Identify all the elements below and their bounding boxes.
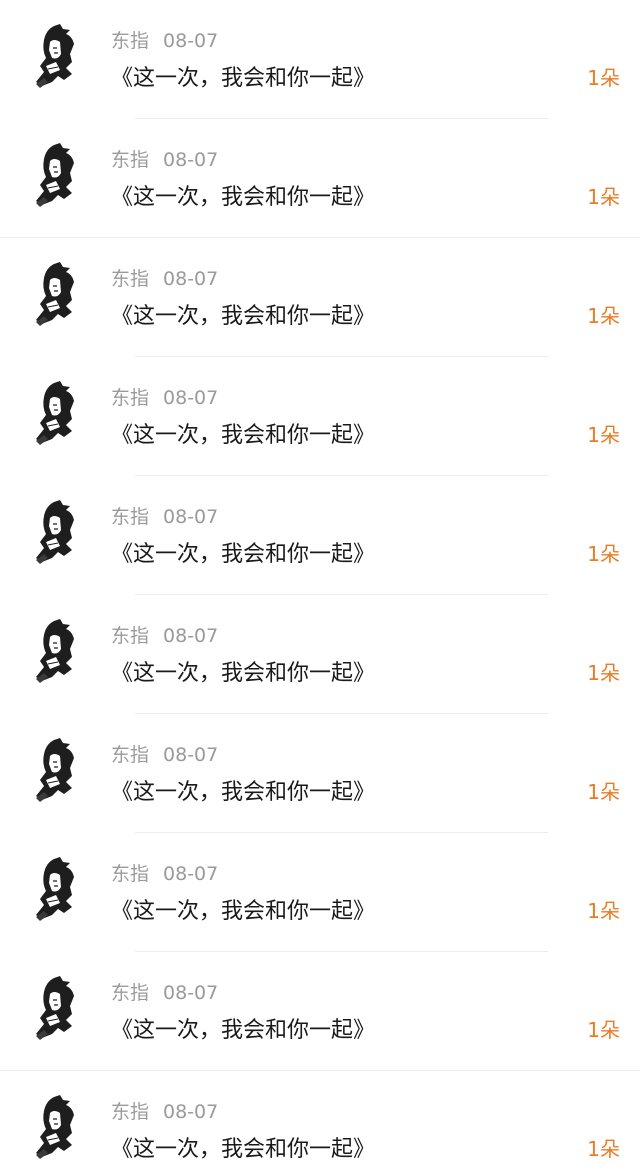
list-item[interactable]: 东指 08-07 《这一次，我会和你一起》 1朵 bbox=[0, 119, 640, 238]
book-title[interactable]: 《这一次，我会和你一起》 bbox=[111, 179, 375, 211]
book-title[interactable]: 《这一次，我会和你一起》 bbox=[111, 893, 375, 925]
author-name[interactable]: 东指 bbox=[111, 149, 149, 171]
list-item[interactable]: 东指 08-07 《这一次，我会和你一起》 1朵 bbox=[0, 714, 640, 833]
book-title[interactable]: 《这一次，我会和你一起》 bbox=[111, 1012, 375, 1044]
book-title[interactable]: 《这一次，我会和你一起》 bbox=[111, 417, 375, 449]
comment-meta: 东指 08-07 bbox=[111, 145, 218, 172]
comment-meta: 东指 08-07 bbox=[111, 978, 218, 1005]
comment-date: 08-07 bbox=[163, 268, 219, 290]
gift-count: 1朵 bbox=[587, 780, 620, 804]
gift-count: 1朵 bbox=[587, 66, 620, 90]
author-name[interactable]: 东指 bbox=[111, 268, 149, 290]
comment-date: 08-07 bbox=[163, 30, 219, 52]
comment-date: 08-07 bbox=[163, 744, 219, 766]
comment-meta: 东指 08-07 bbox=[111, 383, 218, 410]
author-name[interactable]: 东指 bbox=[111, 744, 149, 766]
list-item[interactable]: 东指 08-07 《这一次，我会和你一起》 1朵 bbox=[0, 238, 640, 357]
comment-meta: 东指 08-07 bbox=[111, 859, 218, 886]
avatar[interactable] bbox=[30, 617, 82, 685]
book-title[interactable]: 《这一次，我会和你一起》 bbox=[111, 655, 375, 687]
comment-meta: 东指 08-07 bbox=[111, 264, 218, 291]
gift-count: 1朵 bbox=[587, 423, 620, 447]
book-title[interactable]: 《这一次，我会和你一起》 bbox=[111, 774, 375, 806]
book-title[interactable]: 《这一次，我会和你一起》 bbox=[111, 60, 375, 92]
list-item[interactable]: 东指 08-07 《这一次，我会和你一起》 1朵 bbox=[0, 476, 640, 595]
gift-count: 1朵 bbox=[587, 1018, 620, 1042]
avatar[interactable] bbox=[30, 974, 82, 1042]
comment-meta: 东指 08-07 bbox=[111, 740, 218, 767]
comment-date: 08-07 bbox=[163, 1101, 219, 1123]
avatar[interactable] bbox=[30, 498, 82, 566]
author-name[interactable]: 东指 bbox=[111, 863, 149, 885]
author-name[interactable]: 东指 bbox=[111, 506, 149, 528]
gift-count: 1朵 bbox=[587, 1137, 620, 1161]
author-name[interactable]: 东指 bbox=[111, 30, 149, 52]
gift-count: 1朵 bbox=[587, 304, 620, 328]
avatar[interactable] bbox=[30, 141, 82, 209]
book-title[interactable]: 《这一次，我会和你一起》 bbox=[111, 1131, 375, 1163]
comment-meta: 东指 08-07 bbox=[111, 1097, 218, 1124]
author-name[interactable]: 东指 bbox=[111, 625, 149, 647]
gift-record-list: 东指 08-07 《这一次，我会和你一起》 1朵 东指 08-07 《这一次，我会和… bbox=[0, 0, 640, 1174]
comment-meta: 东指 08-07 bbox=[111, 502, 218, 529]
comment-date: 08-07 bbox=[163, 982, 219, 1004]
comment-meta: 东指 08-07 bbox=[111, 621, 218, 648]
gift-count: 1朵 bbox=[587, 542, 620, 566]
comment-date: 08-07 bbox=[163, 506, 219, 528]
avatar[interactable] bbox=[30, 260, 82, 328]
gift-count: 1朵 bbox=[587, 661, 620, 685]
author-name[interactable]: 东指 bbox=[111, 1101, 149, 1123]
list-item[interactable]: 东指 08-07 《这一次，我会和你一起》 1朵 bbox=[0, 952, 640, 1071]
author-name[interactable]: 东指 bbox=[111, 982, 149, 1004]
avatar[interactable] bbox=[30, 1093, 82, 1161]
author-name[interactable]: 东指 bbox=[111, 387, 149, 409]
comment-date: 08-07 bbox=[163, 863, 219, 885]
comment-date: 08-07 bbox=[163, 387, 219, 409]
book-title[interactable]: 《这一次，我会和你一起》 bbox=[111, 536, 375, 568]
list-item[interactable]: 东指 08-07 《这一次，我会和你一起》 1朵 bbox=[0, 1071, 640, 1174]
list-item[interactable]: 东指 08-07 《这一次，我会和你一起》 1朵 bbox=[0, 595, 640, 714]
avatar[interactable] bbox=[30, 736, 82, 804]
list-item[interactable]: 东指 08-07 《这一次，我会和你一起》 1朵 bbox=[0, 0, 640, 119]
book-title[interactable]: 《这一次，我会和你一起》 bbox=[111, 298, 375, 330]
list-item[interactable]: 东指 08-07 《这一次，我会和你一起》 1朵 bbox=[0, 357, 640, 476]
comment-date: 08-07 bbox=[163, 625, 219, 647]
avatar[interactable] bbox=[30, 855, 82, 923]
gift-count: 1朵 bbox=[587, 899, 620, 923]
comment-meta: 东指 08-07 bbox=[111, 26, 218, 53]
list-item[interactable]: 东指 08-07 《这一次，我会和你一起》 1朵 bbox=[0, 833, 640, 952]
avatar[interactable] bbox=[30, 22, 82, 90]
comment-date: 08-07 bbox=[163, 149, 219, 171]
gift-count: 1朵 bbox=[587, 185, 620, 209]
avatar[interactable] bbox=[30, 379, 82, 447]
